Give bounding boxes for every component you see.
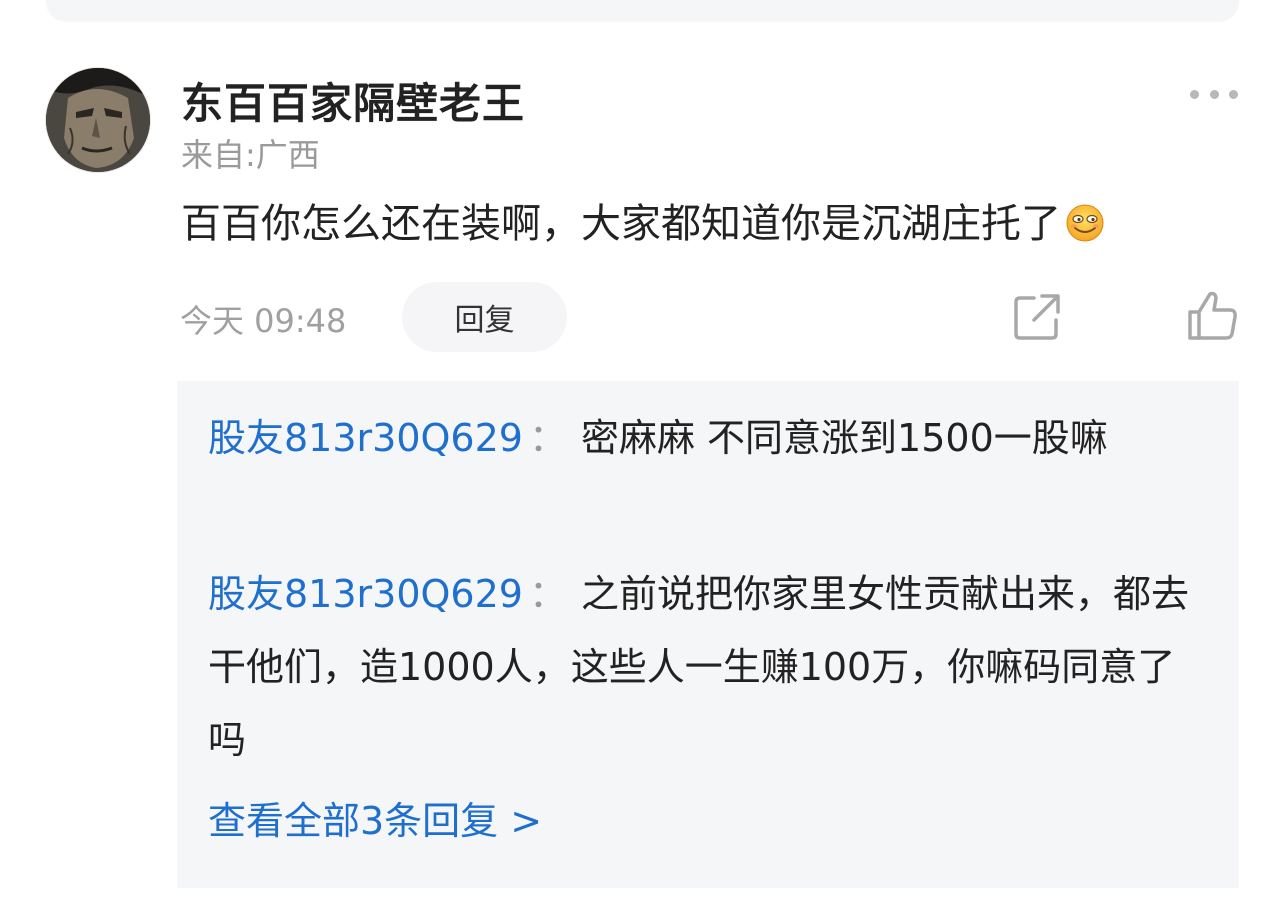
- comment-text: 百百你怎么还在装啊，大家都知道你是沉湖庄托了: [181, 201, 1061, 247]
- more-icon[interactable]: [1190, 84, 1238, 104]
- comment-location: 来自:广西: [181, 136, 320, 174]
- reply-separator: ：: [528, 572, 567, 616]
- comment-body: 百百你怎么还在装啊，大家都知道你是沉湖庄托了: [181, 196, 1105, 252]
- reply-nickname[interactable]: 股友813r30Q629: [208, 572, 523, 616]
- more-dot: [1190, 89, 1199, 99]
- comment-time: 今天 09:48: [180, 302, 347, 340]
- grin-emoji-icon: [1066, 204, 1104, 242]
- previous-card-bottom: [46, 0, 1239, 22]
- view-all-replies-link[interactable]: 查看全部3条回复 >: [208, 790, 542, 845]
- avatar[interactable]: [46, 68, 150, 172]
- share-icon[interactable]: [1012, 292, 1062, 342]
- reply-nickname[interactable]: 股友813r30Q629: [208, 416, 523, 460]
- thumbs-up-icon[interactable]: [1186, 290, 1240, 342]
- reply-item[interactable]: 股友813r30Q629：之前说把你家里女性贡献出来，都去干他们，造1000人，…: [208, 558, 1198, 777]
- avatar-image: [46, 68, 150, 172]
- reply-separator: ：: [528, 416, 567, 460]
- comment-username[interactable]: 东百百家隔壁老王: [181, 70, 525, 131]
- more-dot: [1229, 89, 1238, 99]
- reply-item[interactable]: 股友813r30Q629： 密麻麻 不同意涨到1500一股嘛: [208, 402, 1198, 475]
- more-dot: [1209, 89, 1219, 99]
- reply-text: 密麻麻 不同意涨到1500一股嘛: [580, 416, 1108, 460]
- reply-button[interactable]: 回复: [402, 282, 567, 352]
